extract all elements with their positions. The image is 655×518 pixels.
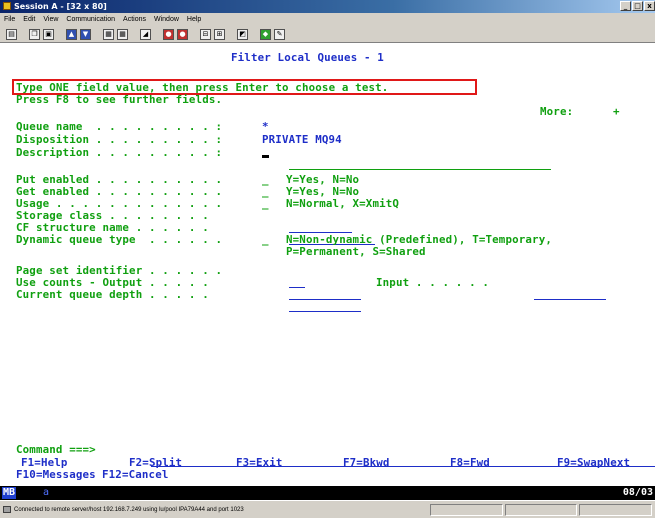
close-button[interactable]: x	[644, 1, 655, 11]
disconnect-icon[interactable]: ⊟	[200, 28, 211, 40]
window-title-bar[interactable]: Session A - [32 x 80] _ □ x	[0, 0, 655, 13]
status-bar: Connected to remote server/host 192.168.…	[0, 500, 655, 518]
dynamic-queue-type-field[interactable]: _	[262, 234, 269, 246]
connection-icon	[3, 506, 11, 513]
more-indicator: +	[613, 105, 620, 118]
use-counts-input-field[interactable]	[507, 277, 606, 315]
menu-window[interactable]: Window	[154, 13, 179, 26]
usage-field[interactable]: _	[262, 198, 269, 210]
operator-info-area: MB a 08/03	[0, 486, 655, 500]
more-label: More:	[540, 105, 574, 118]
command-label: Command ===>	[16, 443, 96, 456]
screen-title: Filter Local Queues - 1	[231, 51, 384, 64]
help-icon[interactable]: ✎	[274, 28, 285, 40]
print-screen-icon[interactable]: ▤	[6, 28, 17, 40]
play-macro-icon[interactable]: ◢	[140, 28, 151, 40]
menu-edit[interactable]: Edit	[23, 13, 35, 26]
queue-name-field[interactable]: *	[262, 121, 269, 133]
message-indicator: MB	[2, 487, 17, 499]
session-mode-indicator: a	[43, 487, 50, 498]
menu-help[interactable]: Help	[187, 13, 201, 26]
text-cursor	[262, 155, 269, 158]
menu-bar: File Edit View Communication Actions Win…	[0, 13, 655, 26]
use-counts-input-label: Input . . . . . .	[376, 276, 490, 289]
fkey-f12-cancel[interactable]: F12=Cancel	[102, 469, 169, 481]
quick-connect-icon[interactable]: ●	[177, 28, 188, 40]
maximize-button[interactable]: □	[632, 1, 643, 11]
menu-communication[interactable]: Communication	[66, 13, 115, 26]
session-icon	[3, 2, 11, 10]
window-controls: _ □ x	[620, 1, 655, 11]
display-macro-icon[interactable]: ▦	[103, 28, 114, 40]
menu-view[interactable]: View	[43, 13, 58, 26]
fkey-f9-swapnext[interactable]: F9=SwapNext	[557, 457, 630, 469]
status-panes	[430, 504, 653, 516]
send-icon[interactable]: ▲	[66, 28, 77, 40]
fkey-f10-messages[interactable]: F10=Messages	[16, 469, 96, 481]
color-map-icon[interactable]: ◩	[237, 28, 248, 40]
window-title: Session A - [32 x 80]	[14, 2, 107, 11]
disposition-label: Disposition . . . . . . . . . :	[16, 133, 223, 146]
usage-hint: N=Normal, X=XmitQ	[286, 197, 400, 210]
menu-file[interactable]: File	[4, 13, 15, 26]
stop-icon[interactable]: ●	[163, 28, 174, 40]
fkey-f7-bkwd[interactable]: F7=Bkwd	[343, 457, 390, 469]
copy-icon[interactable]: ❐	[29, 28, 40, 40]
dynamic-queue-type-hint-2: P=Permanent, S=Shared	[286, 245, 426, 258]
record-macro-icon[interactable]: ▦	[117, 28, 128, 40]
queue-name-label: Queue name . . . . . . . . . :	[16, 120, 223, 133]
toolbar: ▤ ❐ ▣ ▲ ▼ ▦ ▦ ◢ ● ● ⊟ ⊞ ◩ ◆ ✎	[0, 26, 655, 43]
menu-actions[interactable]: Actions	[123, 13, 146, 26]
description-label: Description . . . . . . . . . :	[16, 146, 223, 159]
current-depth-label: Current queue depth . . . . .	[16, 288, 209, 301]
cursor-position: 08/03	[622, 487, 653, 498]
current-depth-field[interactable]	[262, 289, 361, 327]
instruction-line-2: Press F8 to see further fields.	[16, 93, 223, 106]
minimize-button[interactable]: _	[620, 1, 631, 11]
terminal-screen[interactable]: Filter Local Queues - 1 Type ONE field v…	[0, 43, 655, 486]
keypad-icon[interactable]: ⊞	[214, 28, 225, 40]
disposition-field[interactable]: PRIVATE MQ94	[262, 134, 342, 146]
connection-status: Connected to remote server/host 192.168.…	[14, 507, 244, 513]
paste-icon[interactable]: ▣	[43, 28, 54, 40]
fkey-f3-exit[interactable]: F3=Exit	[236, 457, 283, 469]
macro-run-icon[interactable]: ◆	[260, 28, 271, 40]
fkey-f8-fwd[interactable]: F8=Fwd	[450, 457, 490, 469]
receive-icon[interactable]: ▼	[80, 28, 91, 40]
dynamic-queue-type-label: Dynamic queue type . . . . . .	[16, 233, 223, 246]
